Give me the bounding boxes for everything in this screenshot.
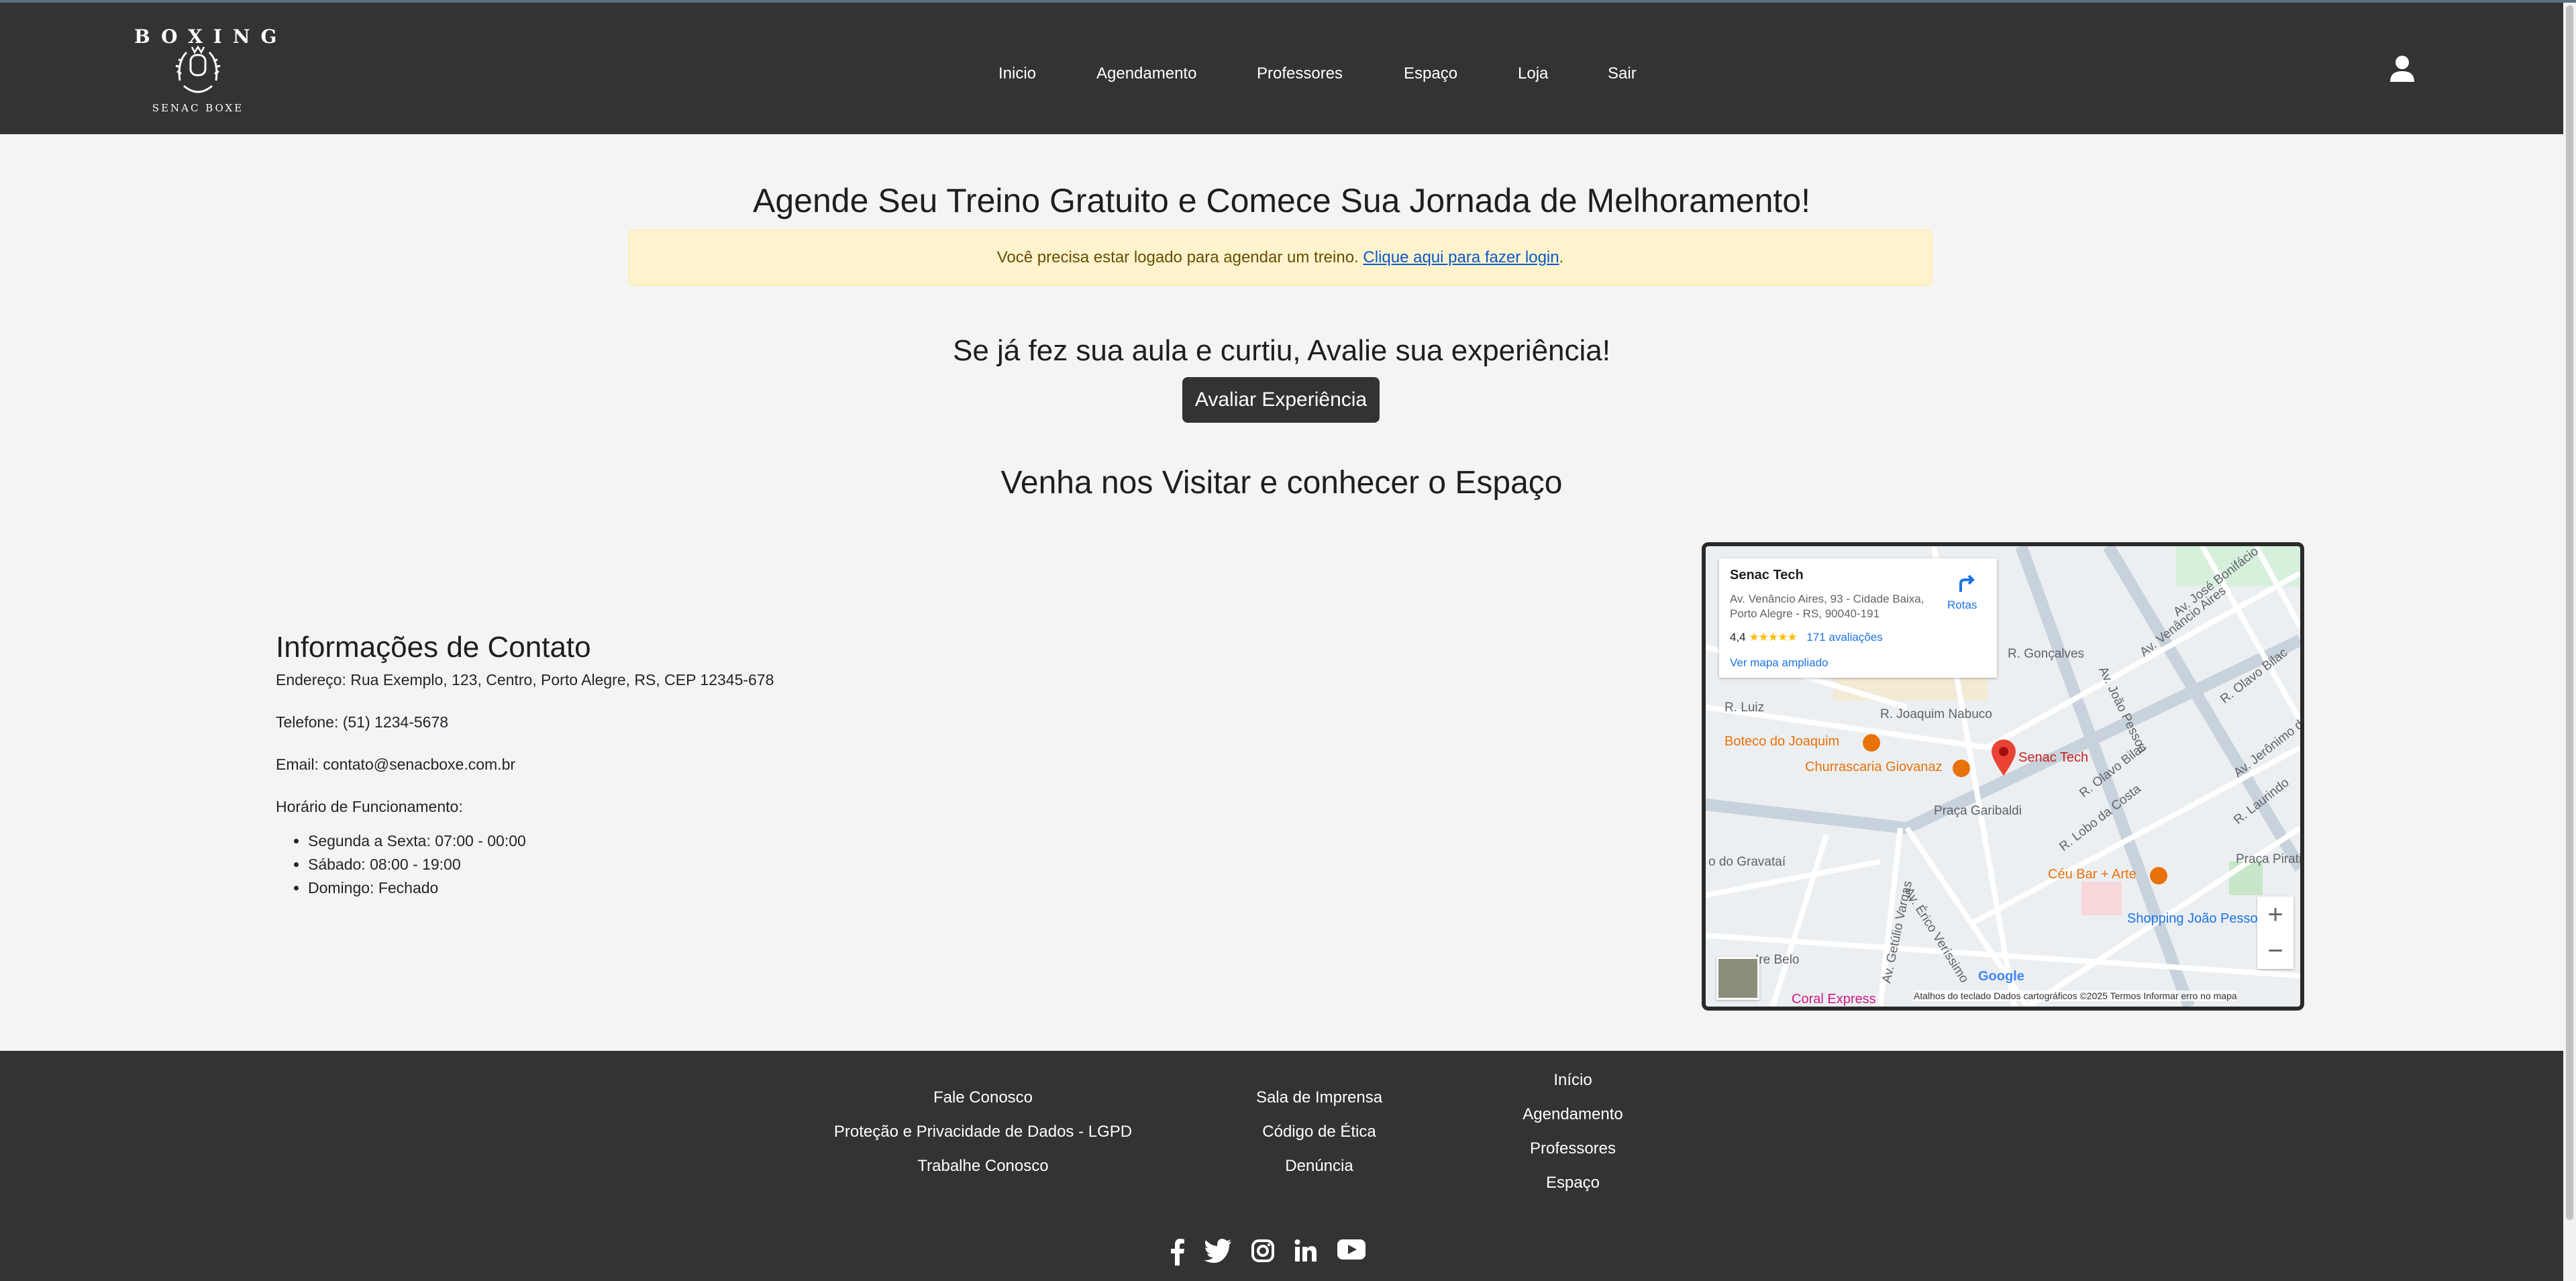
footer-link-trabalhe-conosco[interactable]: Trabalhe Conosco [825, 1157, 1141, 1176]
social-links [1170, 1239, 1366, 1266]
map-label-ire-belo: Ire Belo [1755, 953, 1800, 967]
contact-title: Informações de Contato [276, 631, 591, 664]
reviews-link[interactable]: 171 avaliações [1806, 631, 1882, 644]
footer-link-fale-conosco[interactable]: Fale Conosco [825, 1088, 1141, 1107]
contact-info: Informações de Contato Endereço: Rua Exe… [276, 631, 774, 903]
place-name: Senac Tech [1730, 568, 1804, 582]
hours-weekdays: Segunda a Sexta: 07:00 - 00:00 [308, 832, 774, 850]
zoom-in-button[interactable]: + [2257, 896, 2294, 933]
footer-link-codigo-etica[interactable]: Código de Ética [1219, 1123, 1420, 1141]
nav-inicio[interactable]: Inicio [998, 64, 1036, 83]
page-scrollbar[interactable] [2563, 3, 2576, 1281]
footer-column-1: Fale Conosco Proteção e Privacidade de D… [825, 1088, 1141, 1191]
youtube-icon[interactable] [1337, 1239, 1366, 1260]
instagram-icon[interactable] [1251, 1239, 1275, 1263]
embedded-map[interactable]: Senac Tech Av. Venâncio Aires, 93 - Cida… [1702, 542, 2304, 1011]
review-heading: Se já fez sua aula e curtiu, Avalie sua … [952, 334, 1610, 367]
nav-agendamento[interactable]: Agendamento [1096, 64, 1196, 83]
google-logo: Google [1978, 969, 2024, 984]
hours-list: Segunda a Sexta: 07:00 - 00:00 Sábado: 0… [276, 832, 774, 897]
location-pin-icon[interactable] [1990, 738, 2017, 777]
footer-link-sala-imprensa[interactable]: Sala de Imprensa [1219, 1088, 1420, 1107]
site-header: BOXING SENAC BOXE Inicio Agendamento Pro… [0, 3, 2563, 134]
restaurant-pin-icon[interactable] [1951, 758, 1971, 778]
facebook-icon[interactable] [1170, 1239, 1185, 1266]
map-label-r-luiz: R. Luiz [1724, 701, 1765, 715]
alert-period: . [1559, 248, 1564, 266]
map-label-goncalves: R. Gonçalves [2008, 647, 2085, 661]
directions-icon[interactable] [1955, 572, 1978, 595]
contact-address: Endereço: Rua Exemplo, 123, Centro, Port… [276, 671, 774, 688]
scrollbar-thumb[interactable] [2566, 5, 2573, 1220]
nav-sair[interactable]: Sair [1608, 64, 1637, 83]
footer-link-inicio[interactable]: Início [1472, 1071, 1673, 1090]
place-rating: 4,4 ★★★★★ 171 avaliações [1730, 631, 1883, 644]
footer-link-denuncia[interactable]: Denúncia [1219, 1157, 1420, 1176]
directions-link[interactable]: Rotas [1947, 599, 1977, 612]
boxing-glove-emblem-icon [175, 45, 221, 93]
restaurant-pin-icon[interactable] [1861, 733, 1882, 753]
place-card: Senac Tech Av. Venâncio Aires, 93 - Cida… [1719, 558, 1997, 678]
login-alert: Você precisa estar logado para agendar u… [628, 229, 1933, 286]
hours-title: Horário de Funcionamento: [276, 798, 463, 815]
zoom-out-button[interactable]: − [2257, 933, 2294, 969]
map-label-gravatai: o do Gravataí [1708, 855, 1786, 869]
rating-stars-icon: ★★★★★ [1749, 631, 1797, 644]
hours-saturday: Sábado: 08:00 - 19:00 [308, 856, 774, 874]
footer-link-professores[interactable]: Professores [1472, 1139, 1673, 1158]
twitter-icon[interactable] [1204, 1239, 1232, 1263]
map-label-praca-garibaldi: Praça Garibaldi [1934, 804, 2022, 818]
contact-email: Email: contato@senacboxe.com.br [276, 756, 516, 773]
place-address: Av. Venâncio Aires, 93 - Cidade Baixa, P… [1730, 593, 1924, 620]
poi-churrascaria[interactable]: Churrascaria Giovanaz [1805, 760, 1943, 775]
poi-coral-express[interactable]: Coral Express [1792, 992, 1876, 1007]
zoom-controls: + − [2257, 896, 2294, 969]
poi-ceu-bar[interactable]: Céu Bar + Arte [2048, 867, 2136, 882]
satellite-toggle[interactable] [1716, 957, 1759, 1000]
logo[interactable]: BOXING SENAC BOXE [134, 23, 276, 117]
login-link[interactable]: Clique aqui para fazer login [1363, 248, 1559, 266]
alert-text: Você precisa estar logado para agendar u… [996, 248, 1359, 266]
logo-subtitle: SENAC BOXE [152, 102, 244, 114]
nav-professores[interactable]: Professores [1257, 64, 1343, 83]
site-footer: Fale Conosco Proteção e Privacidade de D… [0, 1051, 2563, 1281]
poi-boteco[interactable]: Boteco do Joaquim [1724, 734, 1839, 750]
visit-heading: Venha nos Visitar e conhecer o Espaço [1000, 465, 1563, 501]
poi-senac-tech[interactable]: Senac Tech [2018, 750, 2088, 766]
page-title: Agende Seu Treino Gratuito e Comece Sua … [753, 182, 1810, 219]
rating-value: 4,4 [1730, 631, 1746, 644]
footer-link-lgpd[interactable]: Proteção e Privacidade de Dados - LGPD [825, 1123, 1141, 1141]
footer-column-2: Sala de Imprensa Código de Ética Denúnci… [1219, 1088, 1420, 1191]
poi-shopping[interactable]: Shopping João Pessoa [2127, 911, 2265, 927]
map-label-joaquim-nabuco: R. Joaquim Nabuco [1880, 707, 1992, 721]
map-label-praca-piratini: Praça Piratin [2236, 852, 2304, 866]
linkedin-icon[interactable] [1294, 1239, 1318, 1263]
map-attribution[interactable]: Atalhos do teclado Dados cartográficos ©… [1914, 990, 2237, 1001]
footer-link-agendamento[interactable]: Agendamento [1472, 1105, 1673, 1124]
larger-map-link[interactable]: Ver mapa ampliado [1730, 656, 1828, 670]
nav-espaco[interactable]: Espaço [1404, 64, 1457, 83]
footer-column-3: Início Agendamento Professores Espaço [1472, 1071, 1673, 1208]
review-button[interactable]: Avaliar Experiência [1182, 377, 1380, 423]
bar-pin-icon[interactable] [2149, 866, 2169, 886]
hours-sunday: Domingo: Fechado [308, 879, 774, 897]
contact-phone: Telefone: (51) 1234-5678 [276, 713, 449, 731]
nav-loja[interactable]: Loja [1518, 64, 1548, 83]
user-icon[interactable] [2389, 55, 2416, 83]
footer-link-espaco[interactable]: Espaço [1472, 1174, 1673, 1192]
